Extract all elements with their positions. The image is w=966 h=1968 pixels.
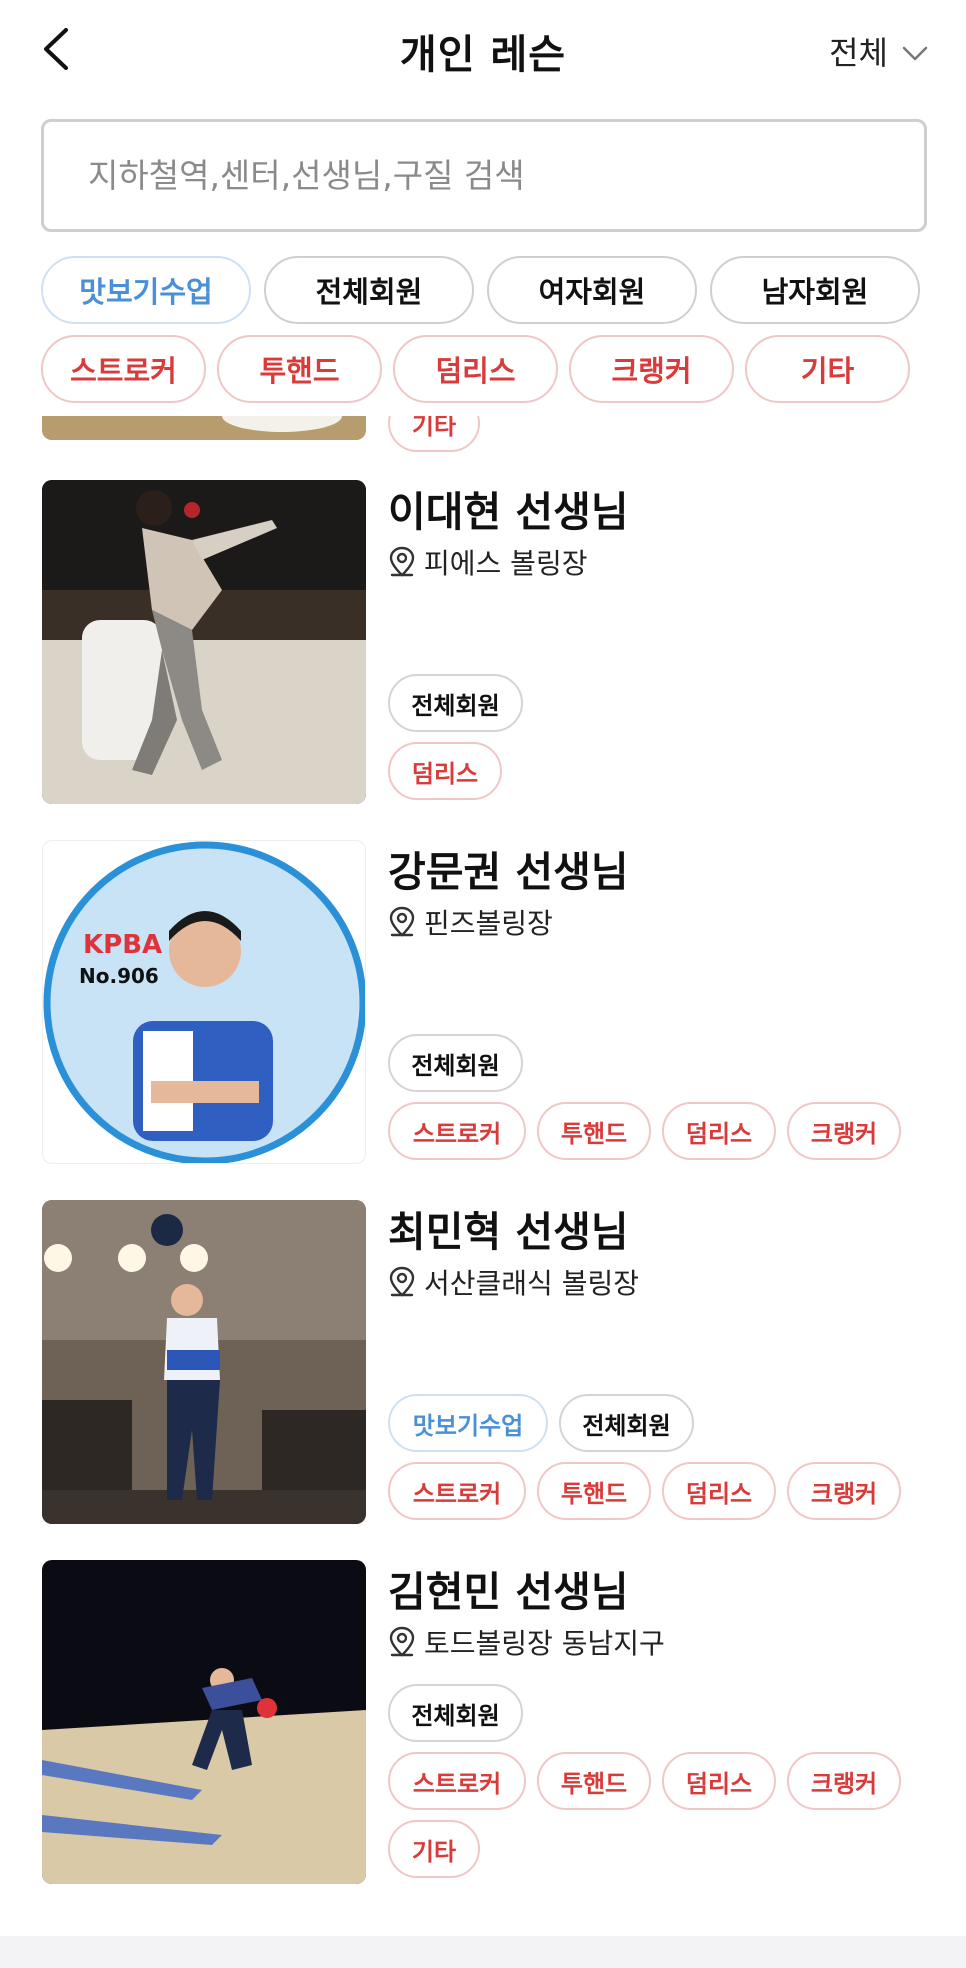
tag-chip: 덤리스 (662, 1102, 776, 1160)
filter-chip-row-2: 스트로커 투핸드 덤리스 크랭커 기타 (41, 335, 910, 403)
teacher-location: 핀즈볼링장 (388, 902, 553, 942)
tag-row: 전체회원 (388, 1034, 523, 1092)
page-title: 개인 레슨 (399, 32, 567, 78)
chip-two-hand[interactable]: 투핸드 (217, 335, 382, 403)
tag-chip: 전체회원 (388, 674, 523, 732)
tag-row: 덤리스 (388, 742, 502, 800)
tag-chip: 크랭커 (787, 1752, 901, 1810)
filter-dropdown-label: 전체 (829, 34, 888, 72)
teacher-location: 토드볼링장 동남지구 (388, 1622, 665, 1662)
teacher-photo (42, 416, 366, 440)
tag-row: 기타 (388, 416, 480, 452)
tag-chip: 덤리스 (662, 1752, 776, 1810)
location-text: 서산클래식 볼링장 (424, 1267, 639, 1300)
teacher-photo (42, 1560, 366, 1884)
teacher-location: 피에스 볼링장 (388, 542, 587, 582)
tag-chip: 전체회원 (388, 1034, 523, 1092)
tag-row: 기타 (388, 1820, 480, 1878)
tag-row: 맛보기수업 전체회원 (388, 1394, 694, 1452)
chip-thumbless[interactable]: 덤리스 (393, 335, 558, 403)
teacher-list[interactable]: 기타 이대현 선생님 피에스 볼링장 전체회원 덤리스 KPBA No.906 … (0, 416, 966, 1932)
teacher-photo (42, 1200, 366, 1524)
teacher-photo (42, 480, 366, 804)
chip-all-members[interactable]: 전체회원 (264, 256, 474, 324)
chevron-down-icon (902, 32, 928, 70)
tag-chip: 덤리스 (662, 1462, 776, 1520)
kpba-logo-text: KPBA (83, 930, 162, 960)
tag-chip: 기타 (388, 1820, 480, 1878)
tag-chip: 전체회원 (388, 1684, 523, 1742)
tag-chip: 덤리스 (388, 742, 502, 800)
chip-trial-lesson[interactable]: 맛보기수업 (41, 256, 251, 324)
location-pin-icon (388, 905, 416, 939)
bottom-bar (0, 1936, 966, 1968)
teacher-location: 서산클래식 볼링장 (388, 1262, 639, 1302)
teacher-photo: KPBA No.906 (42, 840, 366, 1164)
chip-cranker[interactable]: 크랭커 (569, 335, 734, 403)
tag-chip: 기타 (388, 416, 480, 452)
chip-other[interactable]: 기타 (745, 335, 910, 403)
tag-chip: 투핸드 (537, 1752, 651, 1810)
tag-row: 스트로커 투핸드 덤리스 크랭커 (388, 1462, 901, 1520)
location-text: 토드볼링장 동남지구 (424, 1627, 665, 1660)
search-input[interactable] (44, 122, 924, 229)
location-text: 핀즈볼링장 (424, 907, 553, 940)
teacher-card[interactable]: 김현민 선생님 토드볼링장 동남지구 전체회원 스트로커 투핸드 덤리스 크랭커… (0, 1560, 966, 1884)
location-pin-icon (388, 545, 416, 579)
search-box (41, 119, 927, 232)
teacher-card[interactable]: 최민혁 선생님 서산클래식 볼링장 맛보기수업 전체회원 스트로커 투핸드 덤리… (0, 1200, 966, 1524)
tag-chip: 스트로커 (388, 1462, 526, 1520)
tag-chip: 스트로커 (388, 1102, 526, 1160)
teacher-name: 이대현 선생님 (388, 488, 629, 536)
filter-chip-row-1: 맛보기수업 전체회원 여자회원 남자회원 (41, 256, 920, 324)
teacher-name: 김현민 선생님 (388, 1568, 629, 1616)
chip-female-members[interactable]: 여자회원 (487, 256, 697, 324)
tag-chip: 투핸드 (537, 1102, 651, 1160)
tag-chip: 맛보기수업 (388, 1394, 548, 1452)
teacher-card[interactable]: KPBA No.906 강문권 선생님 핀즈볼링장 전체회원 스트로커 투핸드 … (0, 840, 966, 1164)
chip-male-members[interactable]: 남자회원 (710, 256, 920, 324)
location-text: 피에스 볼링장 (424, 547, 588, 580)
header: 개인 레슨 전체 (0, 0, 966, 100)
teacher-name: 강문권 선생님 (388, 848, 629, 896)
tag-chip: 스트로커 (388, 1752, 526, 1810)
tag-row: 전체회원 (388, 1684, 523, 1742)
kpba-number-text: No.906 (79, 964, 159, 988)
tag-chip: 전체회원 (559, 1394, 694, 1452)
tag-chip: 크랭커 (787, 1462, 901, 1520)
tag-chip: 투핸드 (537, 1462, 651, 1520)
tag-row: 스트로커 투핸드 덤리스 크랭커 (388, 1752, 901, 1810)
teacher-card[interactable]: 이대현 선생님 피에스 볼링장 전체회원 덤리스 (0, 480, 966, 804)
tag-row: 스트로커 투핸드 덤리스 크랭커 (388, 1102, 901, 1160)
filter-dropdown[interactable]: 전체 (829, 28, 928, 74)
teacher-card-partial[interactable]: 기타 (0, 416, 966, 452)
location-pin-icon (388, 1265, 416, 1299)
tag-row: 전체회원 (388, 674, 523, 732)
teacher-name: 최민혁 선생님 (388, 1208, 629, 1256)
tag-chip: 크랭커 (787, 1102, 901, 1160)
location-pin-icon (388, 1625, 416, 1659)
chip-stroker[interactable]: 스트로커 (41, 335, 206, 403)
